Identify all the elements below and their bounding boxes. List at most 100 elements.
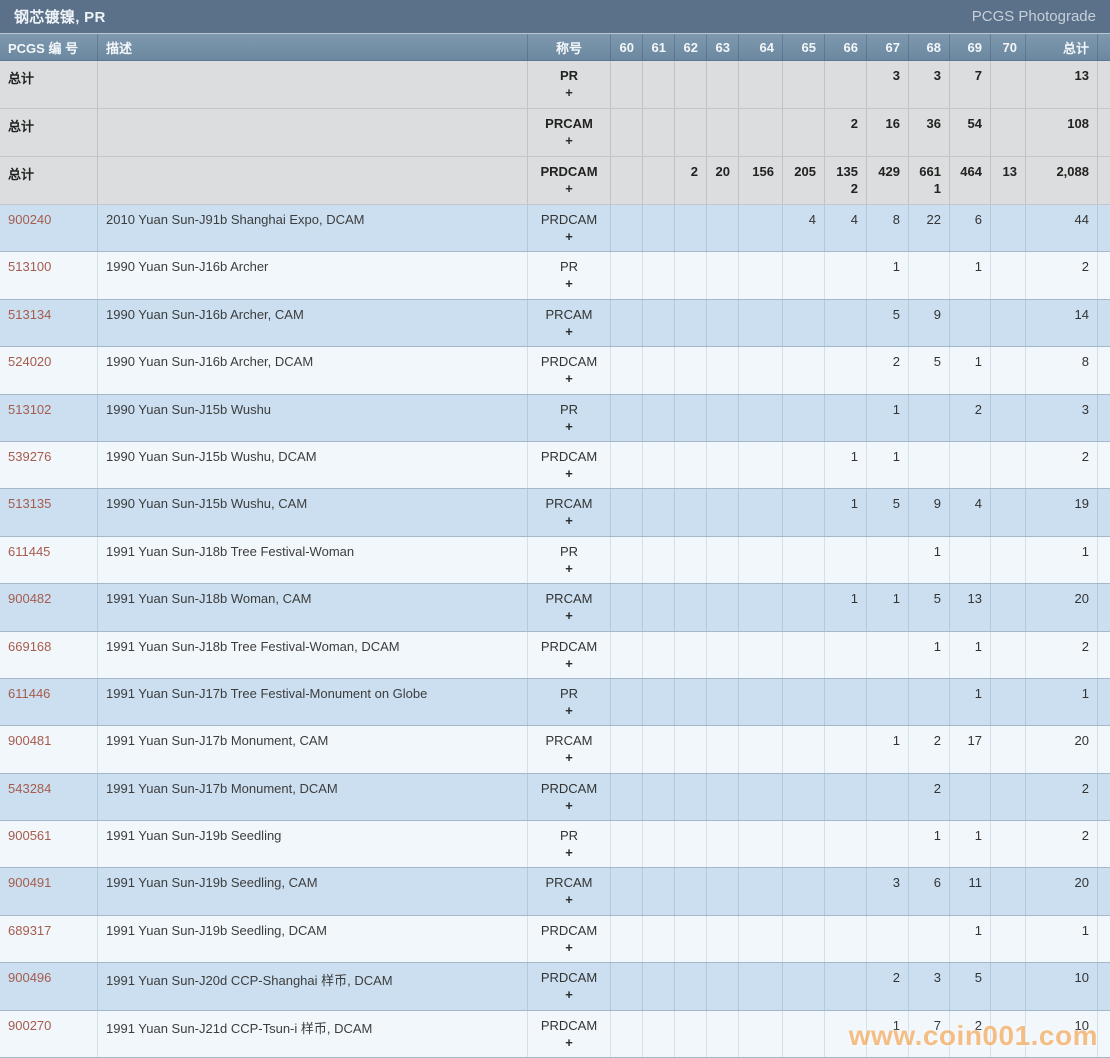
- grade-65-count: [782, 441, 824, 489]
- grade-67-count: 1: [866, 252, 908, 299]
- grade-69-count: [949, 441, 990, 489]
- grade-65-count: [782, 963, 824, 1010]
- table-row: 900240 2010 Yuan Sun-J91b Shanghai Expo, …: [0, 205, 1110, 253]
- pcgs-number-link[interactable]: 513135: [0, 489, 97, 535]
- grade-65-count: [782, 536, 824, 584]
- grade-61-count: [642, 61, 674, 108]
- grade-61-count: [642, 536, 674, 584]
- pcgs-number-link[interactable]: 900481: [0, 726, 97, 772]
- table-row: 524020 1990 Yuan Sun-J16b Archer, DCAM PRD…: [0, 347, 1110, 395]
- grade-64-count: [738, 109, 782, 156]
- plus-designation-label: +: [565, 892, 573, 908]
- plus-designation-label: +: [565, 371, 573, 387]
- designation-cell: PRDCAM +: [527, 773, 610, 821]
- pcgs-number-link[interactable]: 900496: [0, 963, 97, 1009]
- grade-61-count: [642, 441, 674, 489]
- table-row: 900482 1991 Yuan Sun-J18b Woman, CAM PRCAM…: [0, 584, 1110, 632]
- designation-cell: PR +: [527, 61, 610, 108]
- grade-64-count: [738, 584, 782, 631]
- designation-label: PRDCAM: [540, 970, 598, 986]
- pcgs-number-link[interactable]: 611446: [0, 679, 97, 725]
- pcgs-number-link[interactable]: 513102: [0, 395, 97, 441]
- grade-60-count: [610, 536, 642, 584]
- pcgs-number-link[interactable]: 900240: [0, 205, 97, 251]
- plus-designation-label: +: [565, 560, 573, 576]
- grade-62-count: [674, 394, 706, 441]
- grade-63-count: [706, 205, 738, 252]
- coin-description: 1990 Yuan Sun-J16b Archer, DCAM: [97, 347, 527, 394]
- grade-70-count: [990, 205, 1025, 252]
- row-end-spacer: [1097, 205, 1110, 252]
- grade-70-count: [990, 915, 1025, 963]
- grade-65-count: [782, 489, 824, 536]
- grade-61-count: [642, 773, 674, 821]
- pcgs-number-link[interactable]: 611445: [0, 537, 97, 583]
- pcgs-number-link[interactable]: 669168: [0, 632, 97, 678]
- pcgs-number-link[interactable]: 900491: [0, 868, 97, 914]
- column-header-grade-69: 69: [949, 34, 990, 60]
- total-count: 2,088: [1025, 157, 1097, 204]
- grade-67-count: [866, 915, 908, 963]
- grade-69-count: 17: [949, 726, 990, 773]
- total-count: 2: [1025, 773, 1097, 821]
- table-row: 689317 1991 Yuan Sun-J19b Seedling, DCAM P…: [0, 915, 1110, 964]
- grade-61-count: [642, 252, 674, 299]
- grade-64-count: [738, 347, 782, 394]
- grade-64-count: [738, 821, 782, 868]
- pcgs-number-link[interactable]: 543284: [0, 774, 97, 820]
- grade-64-count: [738, 61, 782, 108]
- designation-label: PR: [559, 685, 579, 701]
- coin-description: [97, 109, 527, 156]
- grade-64-count: [738, 726, 782, 773]
- grade-67-count: [866, 536, 908, 584]
- grade-65-count: [782, 726, 824, 773]
- grade-70-count: [990, 773, 1025, 821]
- grade-60-count: [610, 489, 642, 536]
- pcgs-number-link[interactable]: 513134: [0, 300, 97, 346]
- grade-61-count: [642, 726, 674, 773]
- designation-label: PR: [559, 543, 579, 559]
- grade-62-count: [674, 773, 706, 821]
- pcgs-number-link[interactable]: 900270: [0, 1011, 97, 1057]
- grade-67-count: [866, 631, 908, 678]
- grade-61-count: [642, 347, 674, 394]
- grade-66-count: [824, 536, 866, 584]
- grade-64-count: [738, 205, 782, 252]
- grade-69-count: 1: [949, 678, 990, 726]
- total-count: 2: [1025, 631, 1097, 678]
- grade-64-count: [738, 441, 782, 489]
- pcgs-number-link[interactable]: 689317: [0, 916, 97, 962]
- designation-cell: PR +: [527, 821, 610, 868]
- grade-60-count: [610, 678, 642, 726]
- pcgs-photograde-link[interactable]: PCGS Photograde: [972, 8, 1096, 25]
- pcgs-number-link[interactable]: 539276: [0, 442, 97, 488]
- grade-69-count: 6: [949, 205, 990, 252]
- pcgs-number-link[interactable]: 524020: [0, 347, 97, 393]
- designation-label: PRDCAM: [540, 638, 598, 654]
- grade-70-count: [990, 963, 1025, 1010]
- grade-60-count: [610, 584, 642, 631]
- grade-63-count: [706, 61, 738, 108]
- row-end-spacer: [1097, 252, 1110, 299]
- designation-cell: PR +: [527, 394, 610, 441]
- coin-description: 1991 Yuan Sun-J20d CCP-Shanghai 样币, DCAM: [97, 963, 527, 1010]
- coin-description: 1991 Yuan Sun-J18b Tree Festival-Woman, …: [97, 631, 527, 678]
- pcgs-number-link[interactable]: 513100: [0, 252, 97, 298]
- grade-66-count: [824, 678, 866, 726]
- page-title: 钢芯镀镍, PR: [14, 9, 106, 26]
- grade-64-count: [738, 631, 782, 678]
- grade-70-count: [990, 584, 1025, 631]
- pcgs-number-link[interactable]: 900561: [0, 821, 97, 867]
- grade-68-count: 3: [908, 61, 949, 108]
- plus-designation-label: +: [565, 797, 573, 813]
- grade-63-count: 20: [706, 157, 738, 204]
- grade-70-count: [990, 678, 1025, 726]
- column-header-designation: 称号: [527, 34, 610, 60]
- grade-63-count: [706, 299, 738, 347]
- column-header-grade-67: 67: [866, 34, 908, 60]
- grade-69-count: 1: [949, 347, 990, 394]
- grade-67-count: 8: [866, 205, 908, 252]
- pcgs-number-link[interactable]: 900482: [0, 584, 97, 630]
- grade-70-count: [990, 726, 1025, 773]
- plus-designation-label: +: [565, 750, 573, 766]
